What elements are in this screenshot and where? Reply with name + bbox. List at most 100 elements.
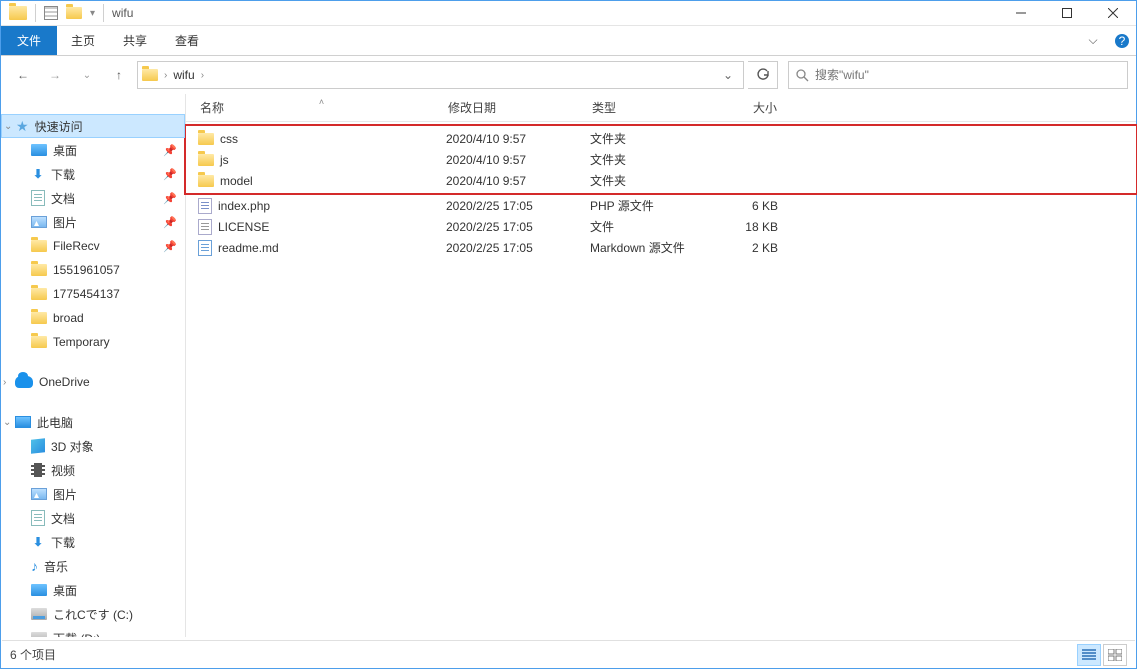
ribbon-collapse-button[interactable]: ⌵ <box>1078 26 1108 55</box>
expand-icon[interactable]: › <box>3 377 6 388</box>
sidebar-item-label: 下载 (D:) <box>53 630 100 638</box>
back-button[interactable]: ← <box>9 61 37 89</box>
sidebar-item[interactable]: 下载 (D:) <box>1 626 185 637</box>
column-header-size[interactable]: 大小 <box>708 99 784 116</box>
app-folder-icon <box>9 6 27 20</box>
folder-icon <box>198 154 214 166</box>
sidebar-item-label: 图片 <box>53 214 77 231</box>
file-row[interactable]: index.php2020/2/25 17:05PHP 源文件6 KB <box>186 195 1136 216</box>
column-header-date[interactable]: 修改日期 <box>446 99 590 116</box>
sidebar-item[interactable]: 1775454137 <box>1 282 185 306</box>
file-row[interactable]: css2020/4/10 9:57文件夹 <box>186 128 1136 149</box>
sidebar-item[interactable]: 图片 <box>1 482 185 506</box>
desktop-icon <box>31 144 47 156</box>
video-icon <box>31 463 45 477</box>
sidebar-item[interactable]: 3D 对象 <box>1 434 185 458</box>
search-icon <box>795 68 809 82</box>
navigation-pane[interactable]: ⌄ ★ 快速访问 桌面📌⬇下载📌文档📌图片📌 FileRecv 📌 155196105… <box>1 94 186 637</box>
file-type: PHP 源文件 <box>590 197 708 214</box>
pictures-icon <box>31 216 47 228</box>
column-header-label: 名称 <box>200 101 224 115</box>
breadcrumb-item[interactable]: wifu <box>173 68 194 82</box>
sidebar-this-pc[interactable]: ⌄ 此电脑 <box>1 410 185 434</box>
file-size: 6 KB <box>708 199 784 213</box>
sidebar-item-label: FileRecv <box>53 239 100 253</box>
help-button[interactable]: ? <box>1108 26 1136 55</box>
ribbon-tab-home[interactable]: 主页 <box>57 26 109 55</box>
navigation-bar: ← → ⌄ ↑ › wifu › ⌄ <box>1 56 1136 94</box>
3d-objects-icon <box>31 438 45 453</box>
sidebar-item-label: 图片 <box>53 486 77 503</box>
file-date: 2020/2/25 17:05 <box>446 220 590 234</box>
sidebar-item[interactable]: 1551961057 <box>1 258 185 282</box>
sidebar-item[interactable]: broad <box>1 306 185 330</box>
file-rows: css2020/4/10 9:57文件夹js2020/4/10 9:57文件夹m… <box>186 122 1136 637</box>
search-input[interactable] <box>815 68 1121 82</box>
title-bar: ▾ wifu <box>1 1 1136 26</box>
new-folder-icon[interactable] <box>66 7 82 19</box>
file-date: 2020/4/10 9:57 <box>446 132 590 146</box>
column-header-type[interactable]: 类型 <box>590 99 708 116</box>
sidebar-item-label: 1551961057 <box>53 263 120 277</box>
sidebar-item[interactable]: 桌面📌 <box>1 138 185 162</box>
address-history-dropdown[interactable]: ⌄ <box>717 68 739 82</box>
refresh-button[interactable] <box>748 61 778 89</box>
file-icon <box>198 219 212 235</box>
pin-icon: 📌 <box>163 240 177 253</box>
maximize-button[interactable] <box>1044 1 1090 26</box>
sidebar-item[interactable]: FileRecv 📌 <box>1 234 185 258</box>
sidebar-item-label: 桌面 <box>53 142 77 159</box>
address-bar[interactable]: › wifu › ⌄ <box>137 61 744 89</box>
sidebar-item[interactable]: 桌面 <box>1 578 185 602</box>
sidebar-item[interactable]: Temporary <box>1 330 185 354</box>
file-date: 2020/2/25 17:05 <box>446 199 590 213</box>
forward-button[interactable]: → <box>41 61 69 89</box>
thumbnails-view-button[interactable] <box>1103 644 1127 666</box>
quick-access-toolbar: ▾ <box>1 4 104 22</box>
details-view-button[interactable] <box>1077 644 1101 666</box>
download-icon: ⬇ <box>31 167 45 181</box>
disk-icon <box>31 632 47 637</box>
expand-icon[interactable]: ⌄ <box>3 417 11 428</box>
sidebar-item[interactable]: 文档 <box>1 506 185 530</box>
sidebar-label: 快速访问 <box>35 118 83 135</box>
file-row[interactable]: readme.md2020/2/25 17:05Markdown 源文件2 KB <box>186 237 1136 258</box>
sidebar-item-label: 文档 <box>51 510 75 527</box>
breadcrumb-separator[interactable]: › <box>201 70 204 81</box>
onedrive-icon <box>15 376 33 388</box>
file-size: 18 KB <box>708 220 784 234</box>
minimize-button[interactable] <box>998 1 1044 26</box>
recent-locations-button[interactable]: ⌄ <box>73 61 101 89</box>
expand-icon[interactable]: ⌄ <box>4 121 12 132</box>
file-row[interactable]: LICENSE2020/2/25 17:05文件18 KB <box>186 216 1136 237</box>
qat-dropdown-icon[interactable]: ▾ <box>90 8 95 19</box>
sort-indicator-icon: ˄ <box>319 97 324 107</box>
file-row[interactable]: js2020/4/10 9:57文件夹 <box>186 149 1136 170</box>
folder-icon <box>198 175 214 187</box>
sidebar-item[interactable]: ⬇下载📌 <box>1 162 185 186</box>
sidebar-item-label: broad <box>53 311 84 325</box>
sidebar-quick-access[interactable]: ⌄ ★ 快速访问 <box>1 114 185 138</box>
up-button[interactable]: ↑ <box>105 61 133 89</box>
search-box[interactable] <box>788 61 1128 89</box>
sidebar-item[interactable]: 文档📌 <box>1 186 185 210</box>
sidebar-label: 此电脑 <box>37 414 73 431</box>
close-button[interactable] <box>1090 1 1136 26</box>
file-row[interactable]: model2020/4/10 9:57文件夹 <box>186 170 1136 191</box>
ribbon-tab-share[interactable]: 共享 <box>109 26 161 55</box>
sidebar-item[interactable]: 视频 <box>1 458 185 482</box>
ribbon-file-tab[interactable]: 文件 <box>1 26 57 55</box>
desktop-icon <box>31 584 47 596</box>
breadcrumb-separator: › <box>164 70 167 81</box>
sidebar-item[interactable]: これCです (C:) <box>1 602 185 626</box>
ribbon-tab-view[interactable]: 查看 <box>161 26 213 55</box>
properties-icon[interactable] <box>44 6 58 20</box>
sidebar-onedrive[interactable]: › OneDrive <box>1 370 185 394</box>
sidebar-item[interactable]: ♪音乐 <box>1 554 185 578</box>
sidebar-item[interactable]: 图片📌 <box>1 210 185 234</box>
status-bar: 6 个项目 <box>2 640 1135 668</box>
column-header-name[interactable]: ˄ 名称 <box>198 99 446 116</box>
markdown-file-icon <box>198 240 212 256</box>
sidebar-item[interactable]: ⬇下载 <box>1 530 185 554</box>
file-name: css <box>220 132 238 146</box>
